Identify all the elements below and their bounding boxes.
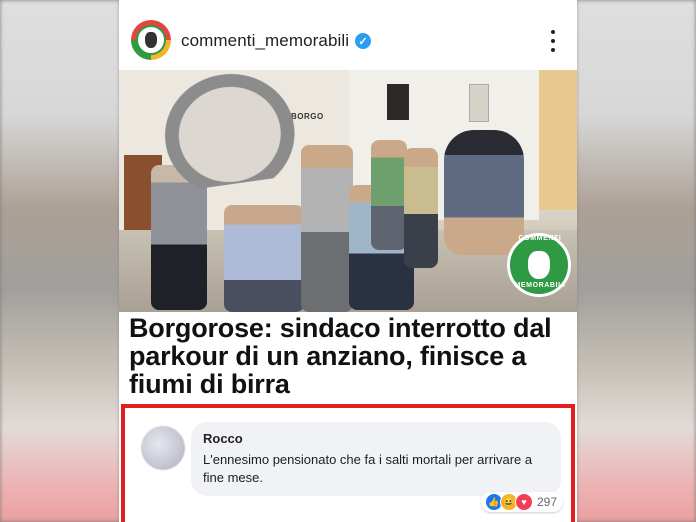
window <box>387 84 409 120</box>
man-in-green <box>371 140 407 250</box>
verified-check-icon: ✓ <box>355 33 371 49</box>
blurred-background-left <box>0 0 120 522</box>
man-in-beige <box>404 148 438 268</box>
mayor-with-sash <box>224 205 304 312</box>
love-icon: ♥ <box>515 493 533 511</box>
man-with-glasses <box>301 145 353 312</box>
building-right <box>539 70 577 210</box>
more-dot-icon <box>551 30 555 34</box>
comment-text: L'ennesimo pensionato che fa i salti mor… <box>203 452 533 485</box>
username[interactable]: commenti_memorabili <box>181 31 349 51</box>
logo-face-icon <box>528 251 550 279</box>
commenter-avatar[interactable] <box>141 426 185 470</box>
reaction-count: 297 <box>537 495 558 509</box>
post-image[interactable]: BORGO COMMENTI MEMORABILI <box>119 70 577 312</box>
post-header: commenti_memorabili ✓ <box>119 0 577 70</box>
highlighted-comment: Rocco L'ennesimo pensionato che fa i sal… <box>121 404 575 522</box>
logo-text-top: COMMENTI <box>518 235 562 242</box>
window <box>469 84 489 122</box>
comment-author[interactable]: Rocco <box>203 431 243 446</box>
logo-text-bottom: MEMORABILI <box>514 282 566 289</box>
face-icon <box>145 32 157 48</box>
borgo-sign: BORGO <box>291 112 324 121</box>
more-dot-icon <box>551 48 555 52</box>
instagram-post-card: commenti_memorabili ✓ BORGO COMMENTI MEM… <box>119 0 577 522</box>
blurred-background-right <box>576 0 696 522</box>
flipping-figure-left <box>156 70 302 193</box>
post-headline: Borgorose: sindaco interrotto dal parkou… <box>129 313 552 399</box>
profile-avatar[interactable] <box>131 20 171 60</box>
reaction-summary[interactable]: 👍 😆 ♥ 297 <box>481 492 564 512</box>
comment-bubble: Rocco L'ennesimo pensionato che fa i sal… <box>191 422 561 496</box>
more-options-button[interactable] <box>551 30 555 52</box>
more-dot-icon <box>551 39 555 43</box>
avatar-logo-icon <box>136 25 166 55</box>
